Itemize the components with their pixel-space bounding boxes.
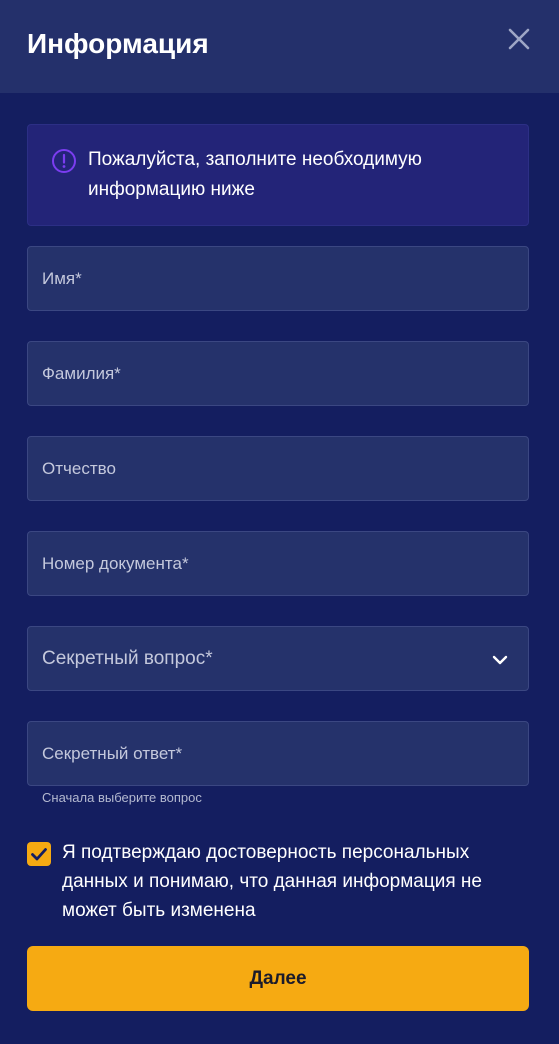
checkmark-icon (31, 848, 47, 861)
middle-name-field (27, 436, 529, 501)
secret-question-select[interactable]: Секретный вопрос* (27, 626, 529, 691)
secret-answer-hint: Сначала выберите вопрос (42, 790, 202, 805)
chevron-down-icon (492, 655, 508, 665)
consent-text: Я подтверждаю достоверность персональных… (62, 842, 482, 921)
first-name-input[interactable] (28, 247, 528, 310)
modal-title: Информация (27, 28, 209, 59)
information-modal: Информация Пожалуйста, заполните необход… (0, 0, 559, 1044)
first-name-field (27, 246, 529, 311)
secret-answer-input[interactable] (28, 722, 528, 785)
next-button[interactable]: Далее (27, 946, 529, 1011)
info-banner: Пожалуйста, заполните необходимую информ… (27, 124, 529, 226)
consent-checkbox[interactable] (27, 842, 51, 866)
info-banner-text: Пожалуйста, заполните необходимую информ… (88, 149, 422, 200)
secret-question-label: Секретный вопрос* (42, 648, 213, 669)
last-name-field (27, 341, 529, 406)
close-icon (508, 28, 530, 50)
secret-answer-field (27, 721, 529, 786)
document-number-input[interactable] (28, 532, 528, 595)
last-name-input[interactable] (28, 342, 528, 405)
close-button[interactable] (502, 22, 536, 56)
modal-header: Информация (0, 0, 559, 93)
exclamation-circle-icon (52, 149, 76, 173)
middle-name-input[interactable] (28, 437, 528, 500)
document-number-field (27, 531, 529, 596)
